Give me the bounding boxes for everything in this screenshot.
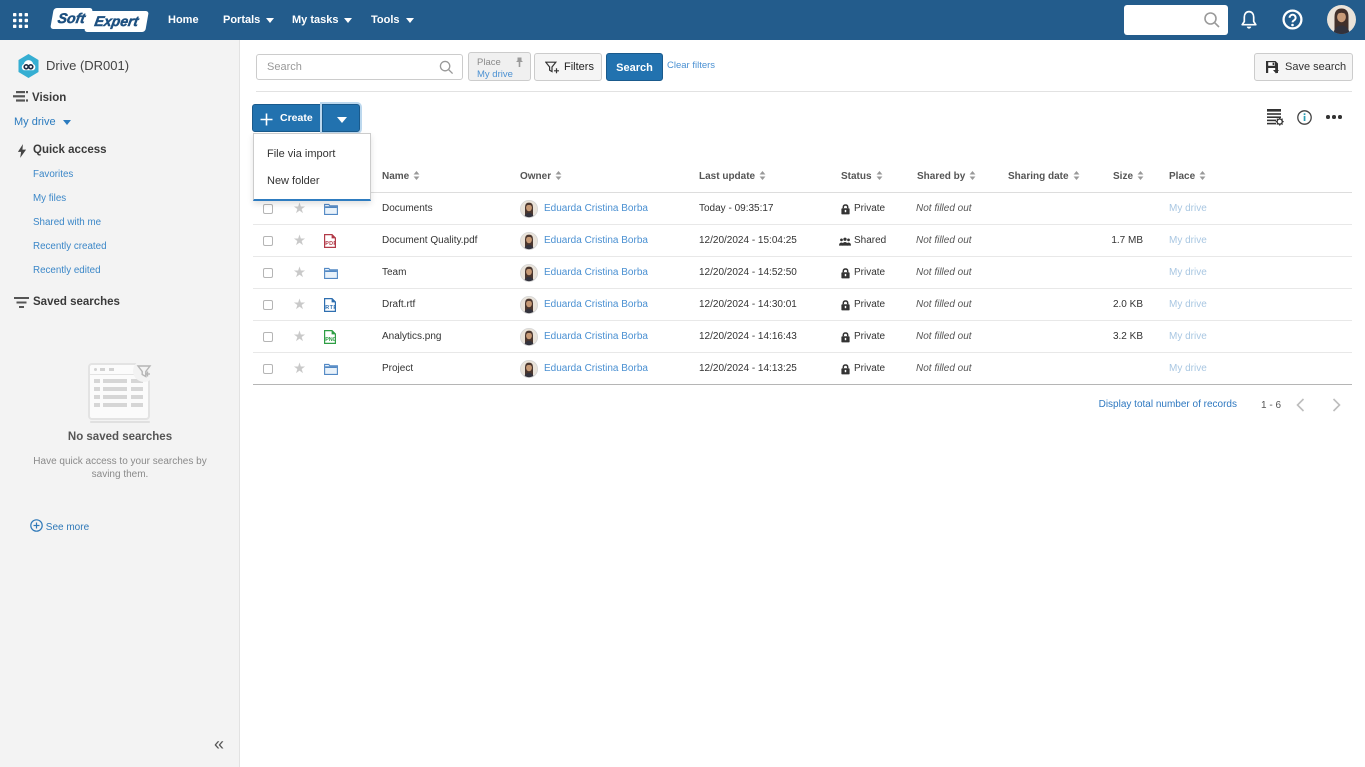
svg-text:PNG: PNG <box>325 337 336 343</box>
svg-text:PDF: PDF <box>325 241 336 247</box>
svg-text:RTF: RTF <box>325 305 336 311</box>
